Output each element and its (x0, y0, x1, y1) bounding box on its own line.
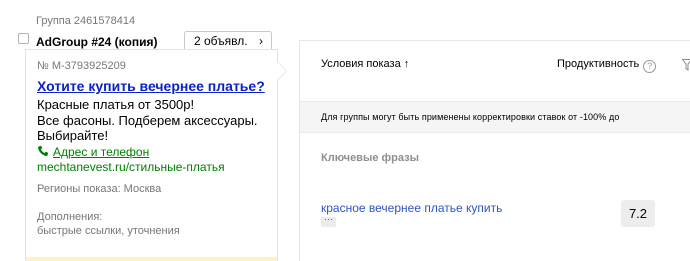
productivity-label: Продуктивность (557, 58, 640, 70)
ad-text: Красные платья от 3500р! Все фасоны. Под… (37, 97, 258, 143)
keyword-more-button[interactable]: ··· (321, 215, 336, 227)
bid-adjustment-notice-text: Для группы могут быть применены корректи… (321, 112, 620, 122)
ad-contacts-label: Адрес и телефон (53, 145, 150, 159)
ad-extras-value: быстрые ссылки, уточнения (37, 225, 180, 237)
keyword-phrase-link[interactable]: красное вечернее платье купить (321, 201, 502, 215)
filter-icon[interactable] (682, 59, 690, 71)
ad-regions: Регионы показа: Москва (37, 183, 162, 195)
ad-card: № M-3793925209 Хотите купить вечернее пл… (25, 49, 278, 261)
column-header-conditions[interactable]: Условия показа ↑ (321, 58, 409, 70)
conditions-panel: Условия показа ↑ Продуктивность? Для гру… (299, 40, 690, 261)
help-icon[interactable]: ? (643, 60, 657, 73)
keywords-heading: Ключевые фразы (321, 152, 419, 164)
group-id: Группа 2461578414 (36, 15, 136, 27)
ads-count-label: 2 объявл. (194, 34, 248, 48)
group-name: AdGroup #24 (копия) (36, 35, 158, 49)
ad-contacts-link[interactable]: Адрес и телефон (37, 145, 149, 159)
productivity-score-badge: 7.2 (621, 200, 655, 227)
group-checkbox[interactable] (18, 33, 29, 44)
ad-extras-label: Дополнения: (37, 211, 103, 223)
bid-adjustment-notice: Для группы могут быть применены корректи… (300, 101, 690, 133)
ad-card-arrow-fill (277, 62, 286, 80)
ad-title-link[interactable]: Хотите купить вечернее платье? (37, 78, 265, 94)
phone-icon (38, 145, 49, 156)
column-header-productivity[interactable]: Продуктивность? (557, 58, 657, 73)
ad-card-footer (26, 257, 277, 261)
ad-display-url[interactable]: mechtanevest.ru/стильные-платья (37, 160, 225, 174)
ad-number: № M-3793925209 (37, 60, 126, 72)
